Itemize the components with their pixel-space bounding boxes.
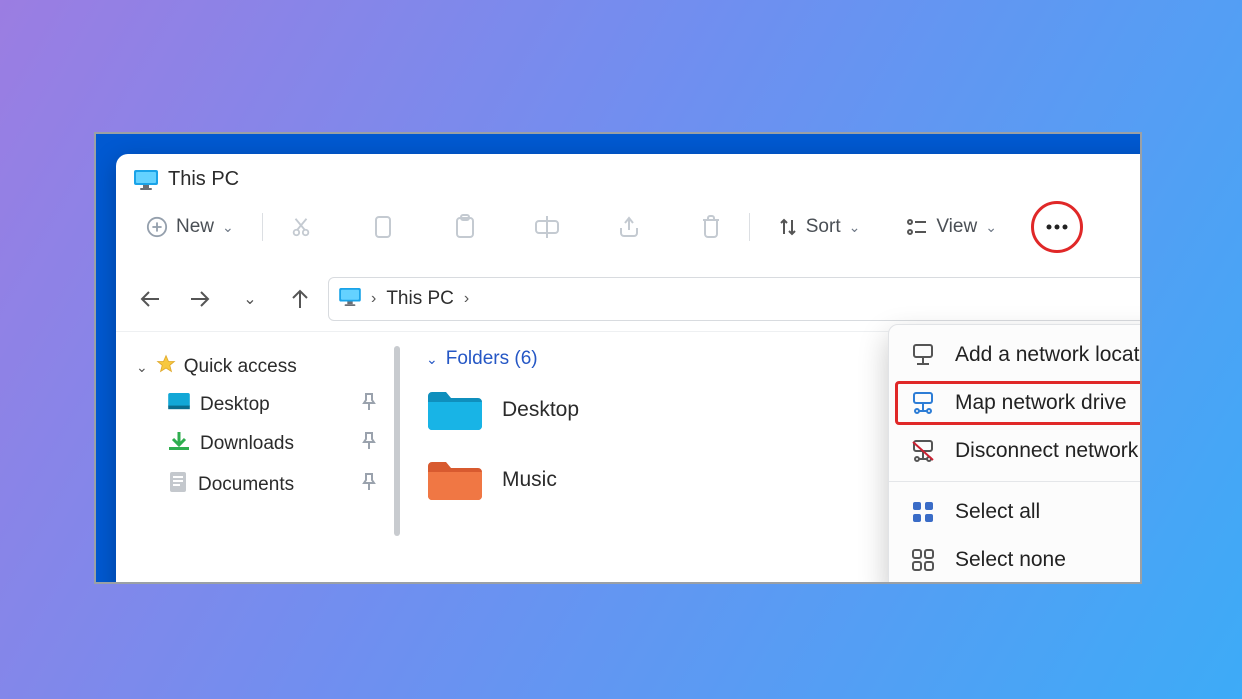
map-drive-icon [909, 392, 937, 414]
chevron-right-icon[interactable]: › [464, 290, 469, 308]
share-button[interactable] [609, 207, 649, 247]
cut-button[interactable] [281, 207, 321, 247]
sidebar-item-documents[interactable]: Documents [136, 464, 376, 506]
this-pc-icon [134, 170, 158, 190]
sidebar-item-downloads[interactable]: Downloads [136, 424, 376, 464]
navigation-row: ⌄ › This PC › ⌄ [116, 261, 1142, 331]
rename-button[interactable] [527, 207, 567, 247]
toolbar-separator [749, 213, 750, 241]
sort-button-label: Sort [806, 216, 841, 238]
view-button[interactable]: View ⌄ [896, 207, 1007, 247]
this-pc-icon [339, 288, 361, 311]
chevron-down-icon: ⌄ [849, 219, 861, 236]
chevron-down-icon: ⌄ [426, 351, 438, 368]
more-options-menu: Add a network location Map network drive… [888, 324, 1142, 584]
sidebar-group-quick-access[interactable]: ⌄ Quick access [136, 348, 376, 386]
select-all-icon [909, 501, 937, 523]
forward-button[interactable] [188, 291, 212, 307]
window-title: This PC [168, 168, 239, 191]
menu-item-add-network-location[interactable]: Add a network location [889, 331, 1142, 379]
folder-icon [426, 388, 484, 432]
network-location-icon [909, 344, 937, 366]
nav-arrow-group: ⌄ [136, 289, 318, 309]
menu-item-label: Add a network location [955, 343, 1142, 367]
more-options-button[interactable] [1037, 207, 1077, 247]
new-button[interactable]: New ⌄ [136, 207, 244, 247]
up-button[interactable] [288, 289, 312, 309]
chevron-down-icon: ⌄ [136, 359, 148, 376]
menu-item-map-network-drive[interactable]: Map network drive [889, 379, 1142, 427]
screenshot-frame: This PC New ⌄ [94, 132, 1142, 584]
sidebar-item-desktop[interactable]: Desktop [136, 386, 376, 424]
star-icon [156, 354, 176, 380]
navigation-pane: ⌄ Quick access Desktop [136, 342, 376, 536]
sidebar-item-label: Desktop [200, 394, 270, 416]
copy-button[interactable] [363, 207, 403, 247]
new-button-label: New [176, 216, 214, 238]
menu-item-select-all[interactable]: Select all [889, 488, 1142, 536]
documents-icon [168, 471, 188, 499]
toolbar-separator [262, 213, 263, 241]
window-titlebar: This PC [116, 154, 1142, 201]
command-toolbar: New ⌄ [116, 201, 1142, 261]
downloads-icon [168, 431, 190, 457]
sidebar-item-label: Documents [198, 474, 294, 496]
file-explorer-window: This PC New ⌄ [116, 154, 1142, 584]
address-bar[interactable]: › This PC › ⌄ [328, 277, 1142, 321]
pin-icon [362, 393, 376, 417]
menu-item-label: Map network drive [955, 391, 1127, 415]
folders-section-label: Folders (6) [446, 348, 538, 370]
folder-icon [426, 458, 484, 502]
disconnect-drive-icon [909, 440, 937, 462]
menu-item-label: Select none [955, 548, 1066, 572]
chevron-down-icon: ⌄ [222, 219, 234, 236]
sidebar-item-label: Downloads [200, 433, 294, 455]
desktop-icon [168, 393, 190, 417]
menu-separator [889, 481, 1142, 482]
pin-icon [362, 473, 376, 497]
sort-button[interactable]: Sort ⌄ [768, 207, 871, 247]
recent-locations-button[interactable]: ⌄ [238, 289, 262, 309]
menu-item-label: Select all [955, 500, 1040, 524]
quick-access-label: Quick access [184, 356, 297, 378]
pane-splitter[interactable] [394, 346, 400, 536]
menu-item-disconnect-network-drive[interactable]: Disconnect network drive [889, 427, 1142, 475]
delete-button[interactable] [691, 207, 731, 247]
back-button[interactable] [138, 291, 162, 307]
paste-button[interactable] [445, 207, 485, 247]
breadcrumb-root[interactable]: This PC [386, 288, 454, 310]
menu-item-select-none[interactable]: Select none [889, 536, 1142, 584]
chevron-right-icon[interactable]: › [371, 290, 376, 308]
folder-item-label: Music [502, 468, 557, 492]
chevron-down-icon: ⌄ [985, 219, 997, 236]
view-button-label: View [936, 216, 977, 238]
menu-item-label: Disconnect network drive [955, 439, 1142, 463]
select-none-icon [909, 549, 937, 571]
pin-icon [362, 432, 376, 456]
folder-item-label: Desktop [502, 398, 579, 422]
